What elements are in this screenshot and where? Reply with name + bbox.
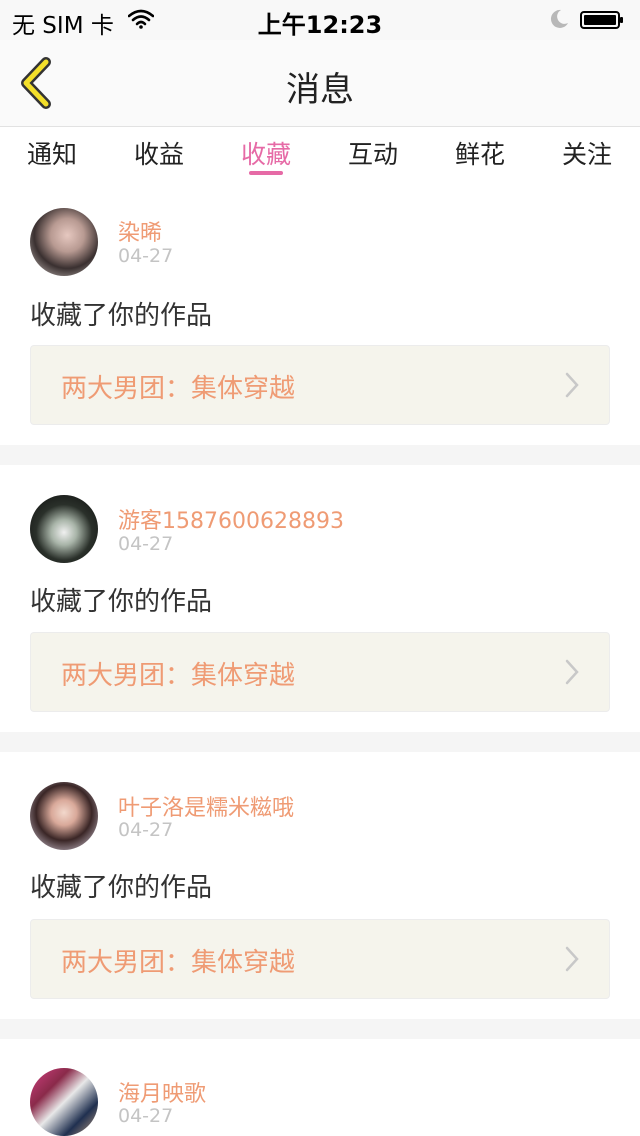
tab-follows[interactable]: 关注 [537,135,637,171]
active-tab-indicator [249,171,283,175]
chevron-right-icon [565,372,579,398]
work-title: 两大男团：集体穿越 [61,948,296,978]
work-title: 两大男团：集体穿越 [61,374,296,404]
username[interactable]: 染晞 [118,215,162,247]
timestamp: 04-27 [118,1105,174,1127]
activity-text: 收藏了你的作品 [30,873,213,903]
tab-notifications[interactable]: 通知 [2,135,102,171]
work-link[interactable]: 两大男团：集体穿越 [30,919,610,999]
username[interactable]: 叶子洛是糯米糍哦 [118,790,294,822]
tab-bar: 通知 收益 收藏 互动 鲜花 关注 [0,127,640,183]
navigation-bar: 消息 [0,40,640,127]
tab-interactions[interactable]: 互动 [323,135,423,171]
work-title: 两大男团：集体穿越 [61,661,296,691]
work-link[interactable]: 两大男团：集体穿越 [30,632,610,712]
list-item: 染晞 04-27 收藏了你的作品 两大男团：集体穿越 [0,183,640,445]
tab-favorites[interactable]: 收藏 [216,135,316,171]
status-bar: 无 SIM 卡 上午12:23 [0,0,640,40]
list-item: 海月映歌 04-27 [0,1039,640,1136]
chevron-right-icon [565,659,579,685]
clock: 上午12:23 [257,11,383,39]
work-link[interactable]: 两大男团：集体穿越 [30,345,610,425]
battery-icon [580,11,623,29]
tab-flowers[interactable]: 鲜花 [430,135,530,171]
chevron-right-icon [565,946,579,972]
timestamp: 04-27 [118,245,174,267]
username[interactable]: 海月映歌 [118,1076,206,1108]
timestamp: 04-27 [118,533,174,555]
activity-text: 收藏了你的作品 [30,587,213,617]
username[interactable]: 游客1587600628893 [118,503,344,535]
page-title: 消息 [286,70,354,110]
tab-earnings[interactable]: 收益 [109,135,209,171]
avatar[interactable] [30,1068,98,1136]
do-not-disturb-moon-icon [550,9,568,28]
avatar[interactable] [30,782,98,850]
avatar[interactable] [30,208,98,276]
list-item: 游客1587600628893 04-27 收藏了你的作品 两大男团：集体穿越 [0,465,640,732]
activity-text: 收藏了你的作品 [30,301,213,331]
avatar[interactable] [30,495,98,563]
list-item: 叶子洛是糯米糍哦 04-27 收藏了你的作品 两大男团：集体穿越 [0,752,640,1019]
timestamp: 04-27 [118,819,174,841]
